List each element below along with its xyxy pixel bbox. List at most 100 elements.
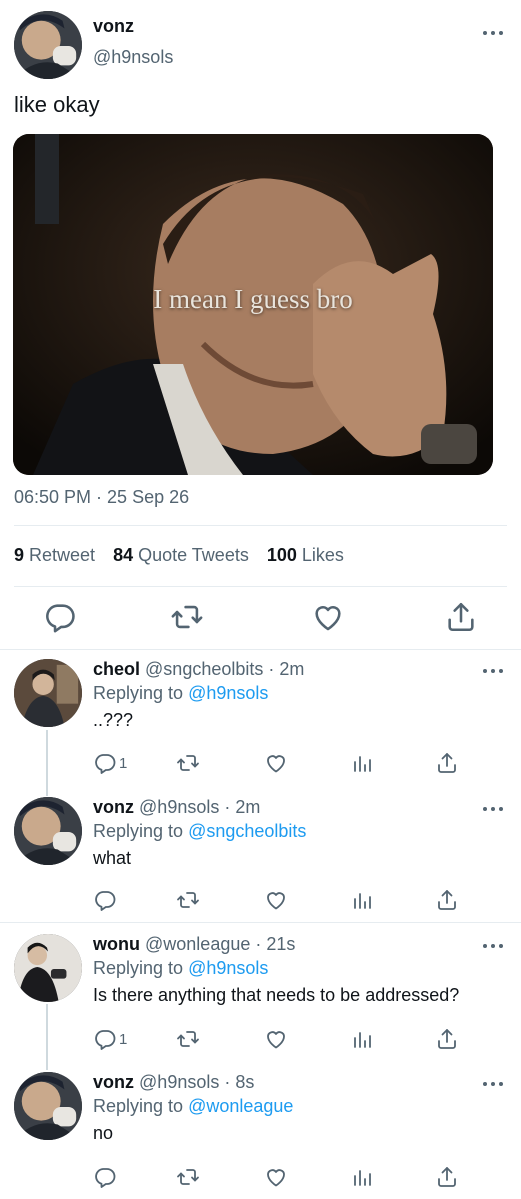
replying-to: Replying to @wonleague	[93, 1096, 293, 1117]
analytics-button[interactable]	[350, 1164, 374, 1190]
avatar[interactable]	[14, 934, 82, 1002]
reply-button[interactable]: 1	[93, 1026, 127, 1052]
likes-label: Likes	[301, 545, 344, 565]
retweet-button[interactable]	[176, 1026, 200, 1052]
like-icon	[264, 751, 288, 775]
analytics-button[interactable]	[350, 1026, 374, 1052]
reply-text: Is there anything that needs to be addre…	[93, 985, 460, 1005]
reply-actions: 1	[0, 750, 521, 776]
tweet-actions	[0, 600, 521, 636]
media-caption: I mean I guess bro	[153, 284, 353, 314]
replying-to: Replying to @h9nsols	[93, 958, 268, 979]
avatar[interactable]	[14, 11, 82, 79]
reply-icon	[93, 1027, 117, 1051]
likes-stat[interactable]: 100 Likes	[267, 545, 344, 566]
retweet-button[interactable]	[170, 600, 204, 634]
reply-tweet[interactable]: vonz @h9nsols · 2m Replying to @sngcheol…	[0, 797, 521, 921]
reply-meta: @wonleague · 21s	[145, 934, 296, 954]
retweets-label: Retweet	[29, 545, 96, 565]
reply-header: vonz @h9nsols · 2m	[93, 797, 260, 818]
replying-to: Replying to @h9nsols	[93, 683, 268, 704]
like-button[interactable]	[264, 1026, 288, 1052]
tweet-timestamp[interactable]: 06:50 PM · 25 Sep 26	[14, 487, 189, 508]
like-button[interactable]	[311, 600, 345, 634]
replying-mention[interactable]: @sngcheolbits	[188, 821, 306, 841]
quotes-label: Quote Tweets	[138, 545, 249, 565]
reply-button[interactable]	[43, 600, 77, 634]
reply-count: 1	[119, 1030, 128, 1048]
retweet-button[interactable]	[176, 750, 200, 776]
retweet-icon	[176, 888, 200, 912]
retweet-button[interactable]	[176, 1164, 200, 1190]
share-icon	[435, 1165, 459, 1189]
quotes-count: 84	[113, 545, 134, 565]
replying-mention[interactable]: @h9nsols	[188, 683, 268, 703]
analytics-button[interactable]	[350, 750, 374, 776]
retweets-count: 9	[14, 545, 25, 565]
like-button[interactable]	[264, 750, 288, 776]
share-button[interactable]	[444, 600, 478, 634]
more-icon[interactable]	[483, 1079, 503, 1089]
like-icon	[264, 1165, 288, 1189]
reply-actions: 1	[0, 1026, 521, 1052]
like-icon	[311, 600, 345, 634]
reply-author-name[interactable]: cheol	[93, 659, 140, 679]
like-button[interactable]	[264, 1164, 288, 1190]
reply-meta: @h9nsols · 8s	[139, 1072, 255, 1092]
divider	[0, 922, 521, 923]
tweet-media[interactable]: I mean I guess bro	[13, 134, 493, 475]
quotes-stat[interactable]: 84 Quote Tweets	[113, 545, 249, 566]
more-icon[interactable]	[483, 804, 503, 814]
reply-icon	[43, 600, 77, 634]
reply-tweet[interactable]: vonz @h9nsols · 8s Replying to @wonleagu…	[0, 1072, 521, 1196]
analytics-button[interactable]	[350, 887, 374, 913]
retweet-icon	[176, 1165, 200, 1189]
reply-meta: @sngcheolbits · 2m	[145, 659, 305, 679]
reply-button[interactable]	[93, 1164, 119, 1190]
analytics-icon	[350, 1027, 374, 1051]
reply-actions	[0, 1164, 521, 1190]
share-button[interactable]	[435, 1164, 459, 1190]
reply-button[interactable]: 1	[93, 750, 127, 776]
divider	[0, 649, 521, 650]
reply-author-name[interactable]: vonz	[93, 1072, 134, 1092]
reply-author-name[interactable]: wonu	[93, 934, 140, 954]
share-icon	[435, 888, 459, 912]
divider	[14, 586, 507, 587]
tweet-text: like okay	[14, 92, 100, 117]
reply-actions	[0, 887, 521, 913]
share-button[interactable]	[435, 750, 459, 776]
share-icon	[435, 751, 459, 775]
avatar[interactable]	[14, 659, 82, 727]
reply-text: no	[93, 1123, 114, 1143]
author-handle[interactable]: @h9nsols	[93, 47, 173, 68]
share-button[interactable]	[435, 1026, 459, 1052]
retweet-button[interactable]	[176, 887, 200, 913]
reply-button[interactable]	[93, 887, 119, 913]
like-icon	[264, 888, 288, 912]
reply-tweet[interactable]: cheol @sngcheolbits · 2m Replying to @h9…	[0, 659, 521, 789]
more-icon[interactable]	[483, 28, 503, 38]
like-button[interactable]	[264, 887, 288, 913]
reply-header: wonu @wonleague · 21s	[93, 934, 295, 955]
retweet-icon	[176, 1027, 200, 1051]
retweets-stat[interactable]: 9 Retweet	[14, 545, 95, 566]
more-icon[interactable]	[483, 941, 503, 951]
reply-tweet[interactable]: wonu @wonleague · 21s Replying to @h9nso…	[0, 934, 521, 1064]
tweet-stats: 9 Retweet 84 Quote Tweets 100 Likes	[14, 545, 344, 566]
replying-mention[interactable]: @wonleague	[188, 1096, 293, 1116]
likes-count: 100	[266, 545, 297, 565]
divider	[14, 525, 507, 526]
more-icon[interactable]	[483, 666, 503, 676]
replying-prefix: Replying to	[93, 958, 189, 978]
replying-mention[interactable]: @h9nsols	[188, 958, 268, 978]
replying-prefix: Replying to	[93, 683, 189, 703]
avatar[interactable]	[14, 1072, 82, 1140]
avatar[interactable]	[14, 797, 82, 865]
author-name[interactable]: vonz	[93, 16, 134, 37]
share-button[interactable]	[435, 887, 459, 913]
analytics-icon	[350, 888, 374, 912]
reply-icon	[93, 751, 117, 775]
reply-text: what	[93, 848, 132, 868]
reply-author-name[interactable]: vonz	[93, 797, 134, 817]
